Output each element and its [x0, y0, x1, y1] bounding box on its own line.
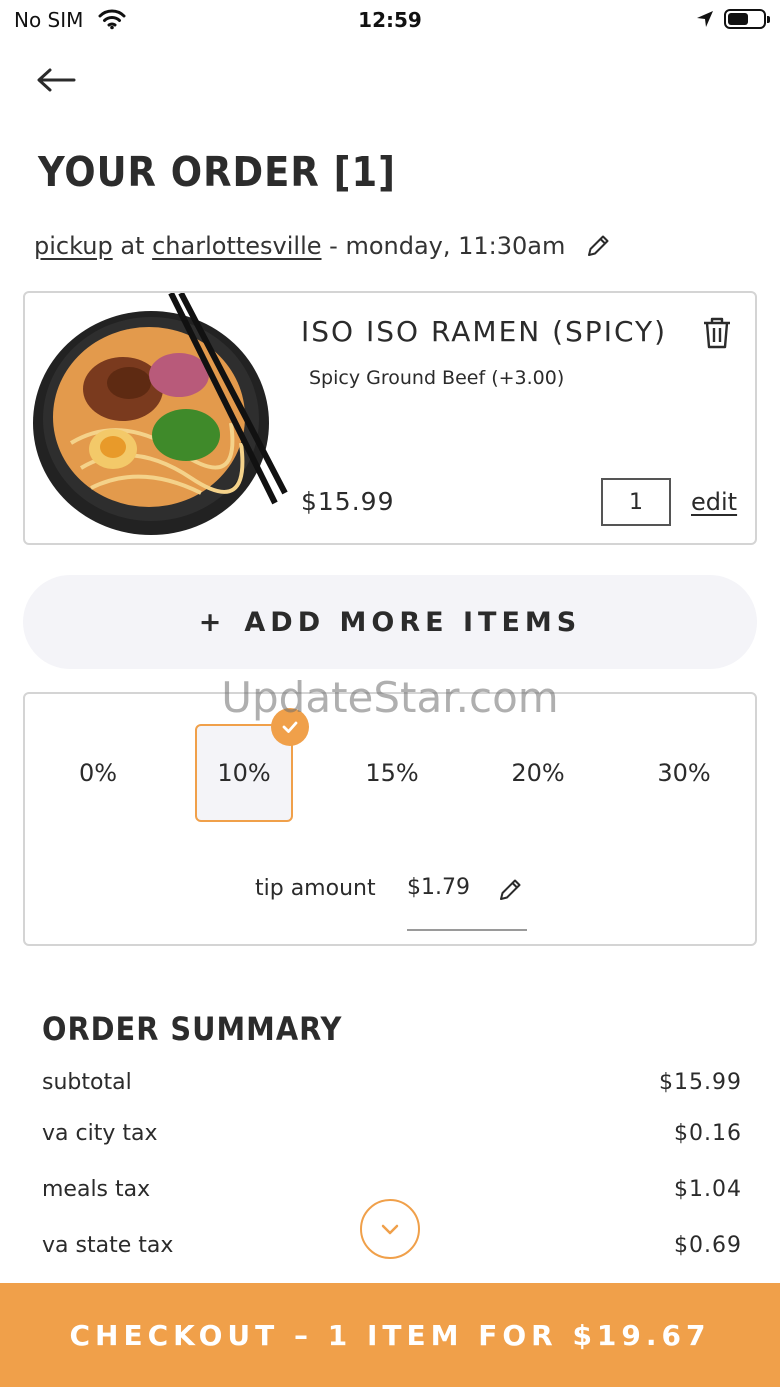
tip-amount-underline	[407, 929, 527, 931]
summary-label: va city tax	[42, 1121, 158, 1146]
add-more-items-button[interactable]: + ADD MORE ITEMS	[23, 575, 757, 669]
back-button[interactable]	[34, 60, 80, 100]
at-label: at	[120, 232, 145, 260]
summary-amount: $1.04	[674, 1177, 742, 1202]
pickup-mode-link[interactable]: pickup	[34, 232, 113, 260]
tip-option-30[interactable]: 30%	[635, 724, 733, 822]
tip-card: 0% 10% 15% 20% 30% tip amount $1.79	[23, 692, 757, 946]
summary-row-subtotal: subtotal $15.99	[42, 1070, 742, 1095]
check-icon	[271, 708, 309, 746]
battery-icon	[724, 9, 770, 29]
chevron-down-icon	[381, 1224, 399, 1235]
pencil-icon[interactable]	[497, 877, 523, 903]
clock-time: 12:59	[358, 8, 422, 32]
pickup-time-text: - monday, 11:30am	[329, 232, 566, 260]
status-bar: No SIM 12:59	[0, 0, 780, 40]
location-link[interactable]: charlottesville	[152, 232, 321, 260]
ramen-bowl-image	[33, 293, 288, 535]
summary-amount: $0.69	[674, 1233, 742, 1258]
cart-item-card: ISO ISO RAMEN (SPICY) Spicy Ground Beef …	[23, 291, 757, 545]
arrow-left-icon	[37, 68, 76, 92]
location-arrow-icon	[695, 9, 715, 33]
delete-item-button[interactable]	[699, 315, 735, 351]
checkout-button[interactable]: CHECKOUT – 1 ITEM FOR $19.67	[0, 1283, 780, 1387]
edit-item-link[interactable]: edit	[691, 488, 737, 516]
tip-amount-value[interactable]: $1.79	[407, 875, 470, 900]
trash-icon	[704, 317, 730, 349]
scroll-down-button[interactable]	[360, 1199, 420, 1259]
tip-option-20[interactable]: 20%	[489, 724, 587, 822]
summary-row-city-tax: va city tax $0.16	[42, 1121, 742, 1146]
quantity-input[interactable]	[601, 478, 671, 526]
pencil-icon[interactable]	[585, 233, 611, 259]
order-summary-title: ORDER SUMMARY	[42, 1010, 343, 1048]
summary-label: subtotal	[42, 1070, 132, 1095]
summary-label: va state tax	[42, 1233, 174, 1258]
summary-label: meals tax	[42, 1177, 151, 1202]
item-price: $15.99	[301, 487, 395, 516]
item-name: ISO ISO RAMEN (SPICY)	[301, 315, 668, 348]
item-modifier: Spicy Ground Beef (+3.00)	[309, 367, 565, 389]
add-more-label: ADD MORE ITEMS	[244, 606, 582, 638]
plus-icon: +	[198, 606, 227, 638]
page-title: YOUR ORDER [1]	[38, 148, 396, 196]
summary-amount: $0.16	[674, 1121, 742, 1146]
summary-amount: $15.99	[659, 1070, 742, 1095]
tip-option-15[interactable]: 15%	[343, 724, 441, 822]
order-info-line: pickup at charlottesville - monday, 11:3…	[34, 232, 611, 260]
tip-option-0[interactable]: 0%	[49, 724, 147, 822]
tip-amount-label: tip amount	[255, 876, 376, 901]
